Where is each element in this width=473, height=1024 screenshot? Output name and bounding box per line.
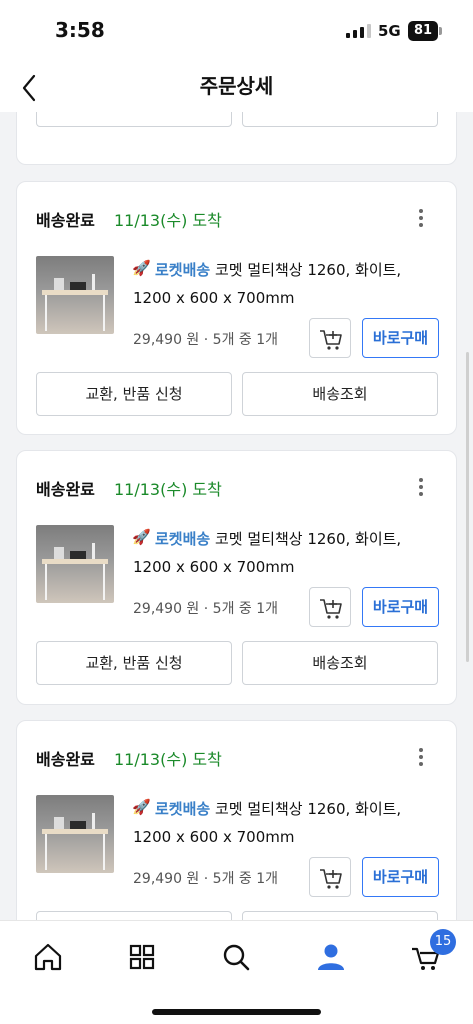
header: 주문상세 bbox=[0, 60, 473, 112]
product-title[interactable]: 로켓배송 코멧 멀티책상 1260, 화이트, 1200 x 600 x 700… bbox=[133, 525, 443, 581]
tab-my-page[interactable] bbox=[309, 935, 353, 979]
add-to-cart-button[interactable] bbox=[309, 318, 351, 358]
delivery-status: 배송완료 bbox=[36, 750, 95, 769]
more-options-icon[interactable] bbox=[413, 206, 429, 230]
cart-plus-icon bbox=[320, 599, 342, 619]
add-to-cart-button[interactable] bbox=[309, 587, 351, 627]
tracking-button[interactable]: 배송조회 bbox=[242, 372, 438, 416]
exchange-return-button[interactable]: 교환, 반품 신청 bbox=[36, 641, 232, 685]
exchange-return-button-partial[interactable] bbox=[36, 911, 232, 920]
signal-icon bbox=[346, 24, 372, 38]
network-label: 5G bbox=[378, 22, 401, 40]
product-image[interactable] bbox=[36, 256, 114, 334]
product-image[interactable] bbox=[36, 795, 114, 873]
tracking-button-partial[interactable] bbox=[242, 911, 438, 920]
order-card: 배송완료 11/13(수) 도착 🚀 로켓배송 코멧 멀티책상 1260, 화이… bbox=[16, 720, 457, 920]
home-indicator bbox=[152, 1009, 321, 1015]
home-icon bbox=[34, 943, 62, 971]
battery-icon: 81 bbox=[408, 21, 438, 41]
order-list[interactable]: 교환, 반품 신청 배송조회 배송완료 11/13(수) 도착 🚀 로켓배송 코… bbox=[0, 112, 473, 920]
order-card: 배송완료 11/13(수) 도착 🚀 로켓배송 코멧 멀티책상 1260, 화이… bbox=[16, 450, 457, 705]
add-to-cart-button[interactable] bbox=[309, 857, 351, 897]
exchange-return-button[interactable]: 교환, 반품 신청 bbox=[36, 112, 232, 127]
buy-now-button[interactable]: 바로구매 bbox=[362, 587, 439, 627]
cart-plus-icon bbox=[320, 330, 342, 350]
cart-plus-icon bbox=[320, 869, 342, 889]
price-quantity: 29,490 원 · 5개 중 1개 bbox=[133, 871, 279, 887]
bottom-tab-bar: 15 bbox=[0, 920, 473, 1024]
rocket-delivery-badge: 로켓배송 bbox=[155, 800, 211, 818]
category-icon bbox=[129, 944, 155, 970]
tracking-button[interactable]: 배송조회 bbox=[242, 641, 438, 685]
order-card: 배송완료 11/13(수) 도착 🚀 로켓배송 코멧 멀티책상 1260, 화이… bbox=[16, 181, 457, 435]
status-time: 3:58 bbox=[55, 18, 105, 42]
delivery-status: 배송완료 bbox=[36, 211, 95, 230]
scrollbar[interactable] bbox=[466, 352, 469, 662]
search-icon bbox=[223, 944, 250, 971]
arrival-date: 11/13(수) 도착 bbox=[114, 480, 222, 499]
product-title[interactable]: 로켓배송 코멧 멀티책상 1260, 화이트, 1200 x 600 x 700… bbox=[133, 256, 443, 312]
delivery-status: 배송완료 bbox=[36, 480, 95, 499]
more-options-icon[interactable] bbox=[413, 475, 429, 499]
product-image[interactable] bbox=[36, 525, 114, 603]
my-page-icon bbox=[318, 944, 344, 970]
rocket-delivery-badge: 로켓배송 bbox=[155, 261, 211, 279]
page-title: 주문상세 bbox=[199, 74, 274, 98]
price-quantity: 29,490 원 · 5개 중 1개 bbox=[133, 332, 279, 348]
tab-category[interactable] bbox=[120, 935, 164, 979]
exchange-return-button[interactable]: 교환, 반품 신청 bbox=[36, 372, 232, 416]
battery-cap bbox=[439, 27, 442, 35]
tab-home[interactable] bbox=[26, 935, 70, 979]
tracking-button[interactable]: 배송조회 bbox=[242, 112, 438, 127]
status-bar: 3:58 5G 81 bbox=[0, 0, 473, 60]
order-card-partial: 교환, 반품 신청 배송조회 bbox=[16, 112, 457, 165]
rocket-delivery-badge: 로켓배송 bbox=[155, 530, 211, 548]
buy-now-button[interactable]: 바로구매 bbox=[362, 318, 439, 358]
price-quantity: 29,490 원 · 5개 중 1개 bbox=[133, 601, 279, 617]
arrival-date: 11/13(수) 도착 bbox=[114, 211, 222, 230]
more-options-icon[interactable] bbox=[413, 745, 429, 769]
product-title[interactable]: 로켓배송 코멧 멀티책상 1260, 화이트, 1200 x 600 x 700… bbox=[133, 795, 443, 851]
buy-now-button[interactable]: 바로구매 bbox=[362, 857, 439, 897]
cart-count-badge: 15 bbox=[430, 929, 456, 955]
arrival-date: 11/13(수) 도착 bbox=[114, 750, 222, 769]
tab-search[interactable] bbox=[214, 935, 258, 979]
